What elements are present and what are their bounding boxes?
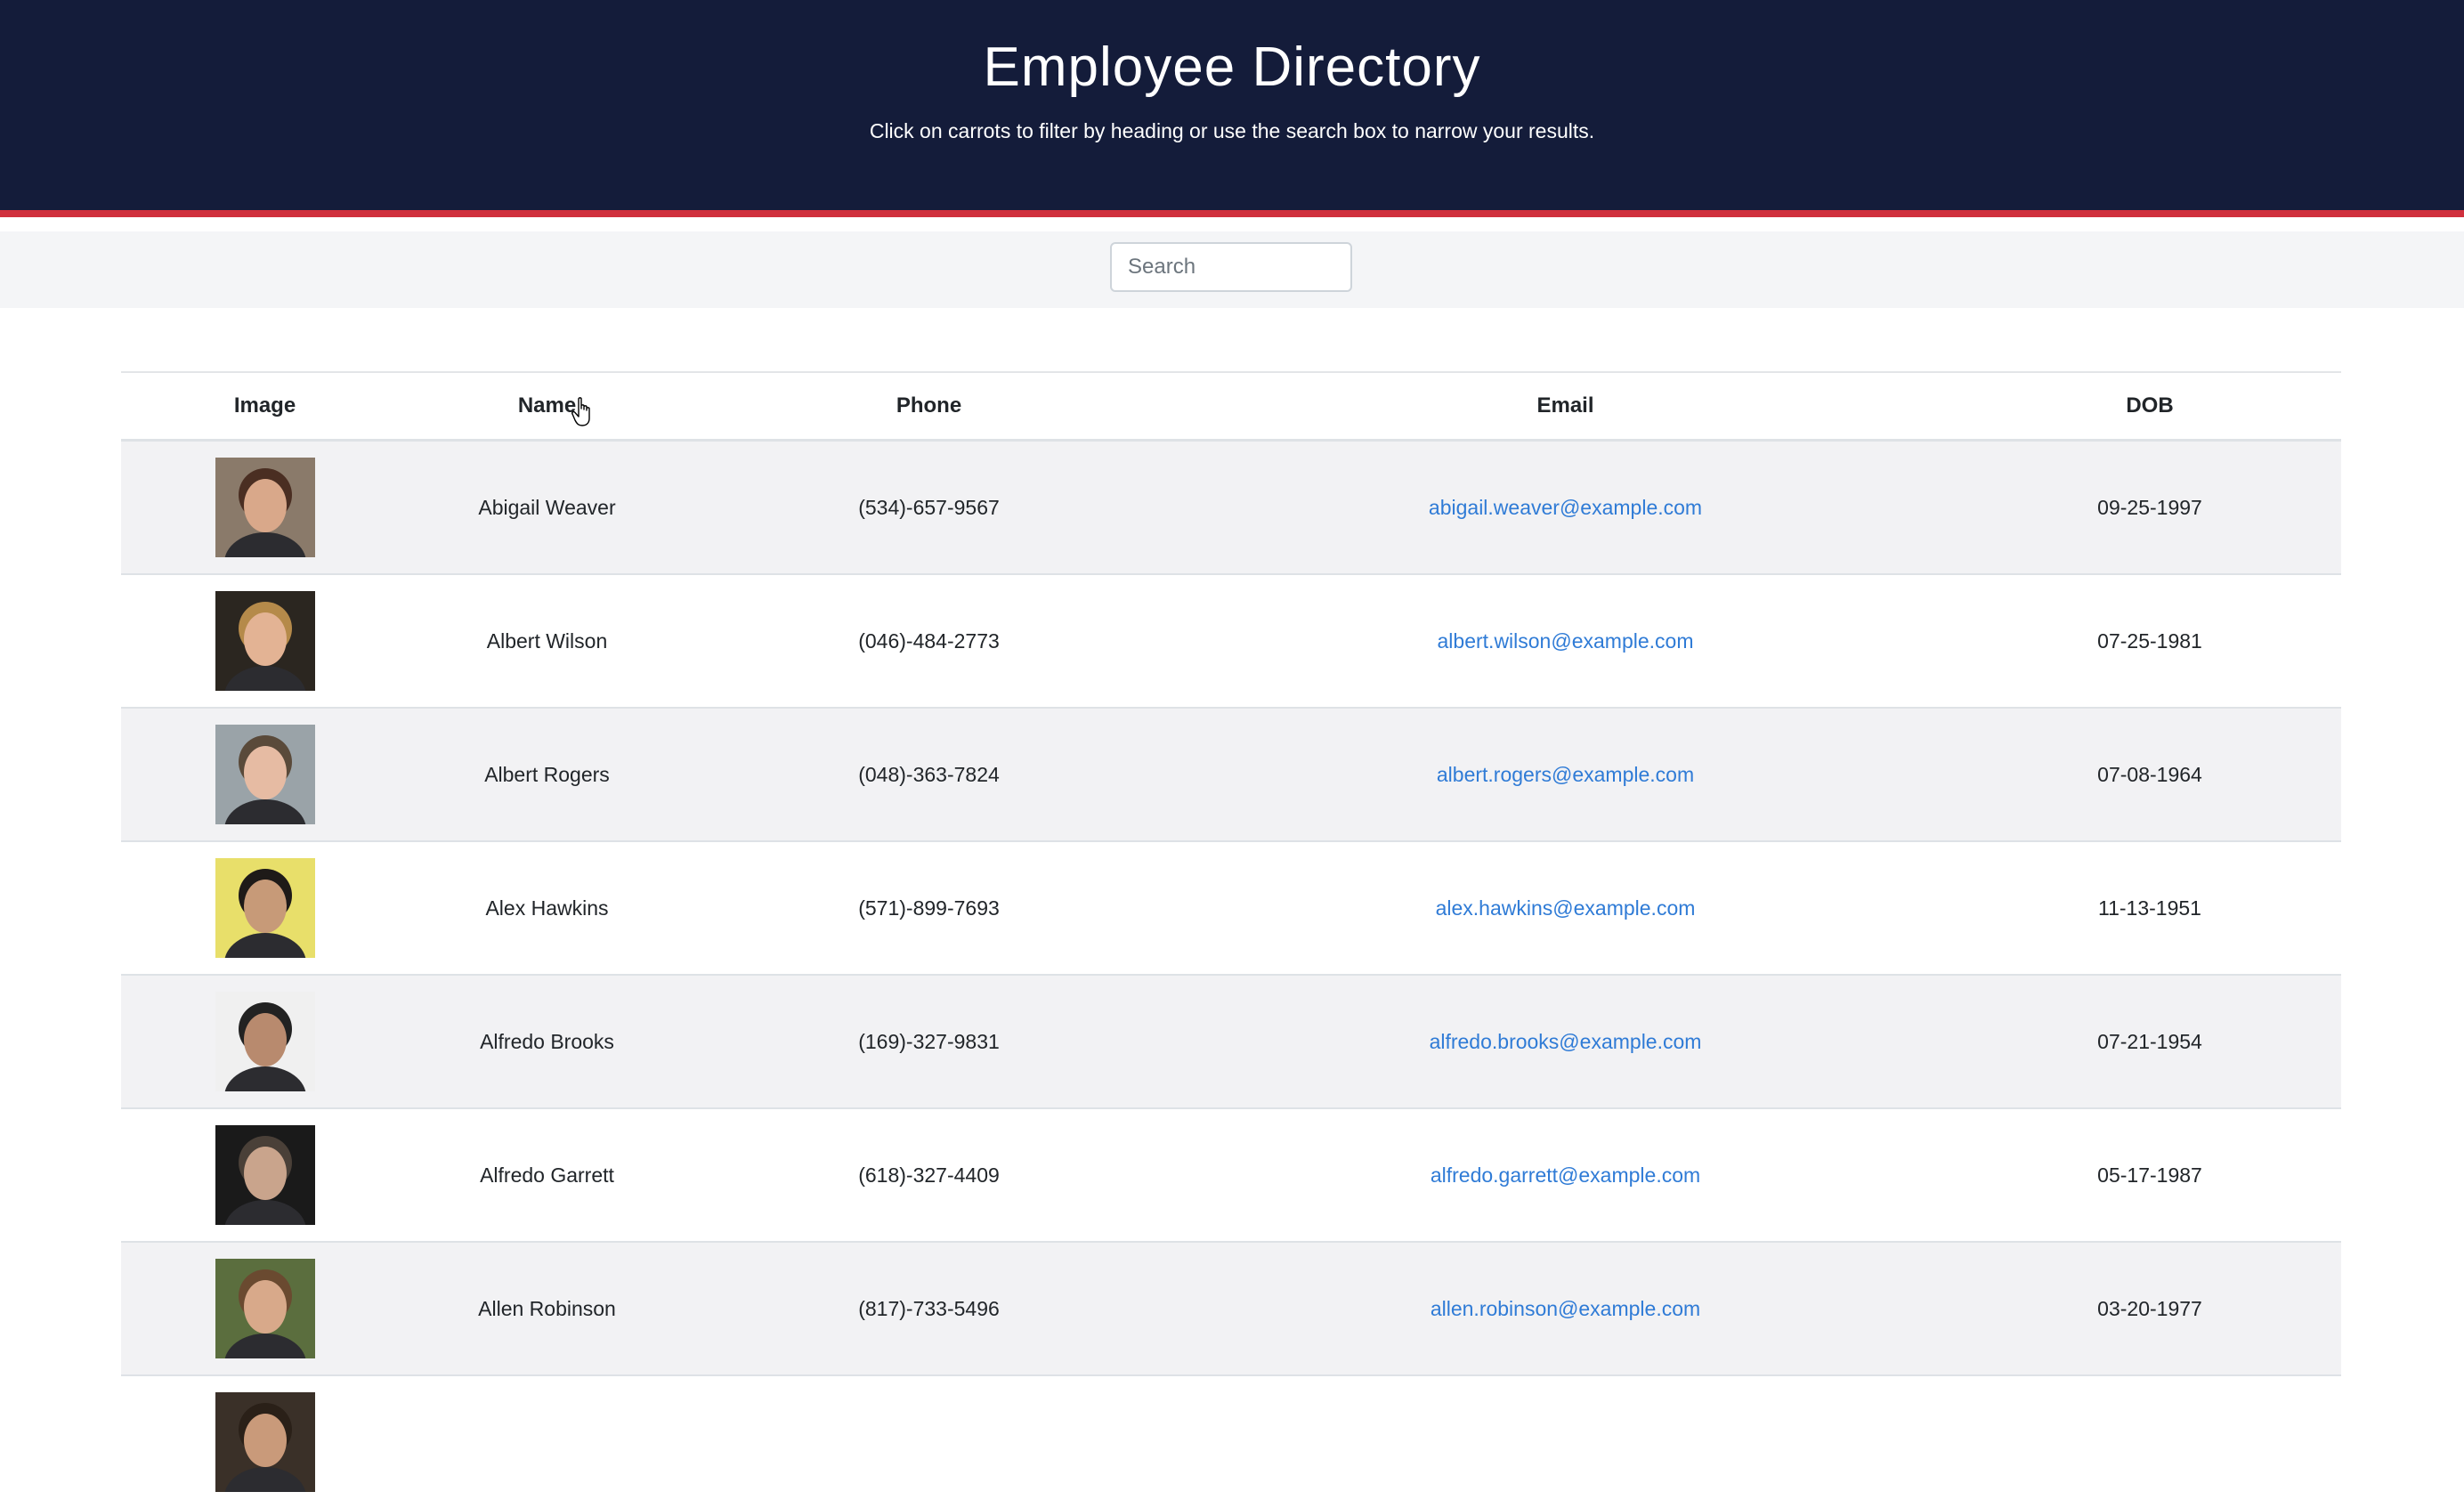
- avatar-photo-icon: [215, 858, 315, 958]
- avatar-photo-icon: [215, 591, 315, 691]
- employee-avatar: [215, 725, 315, 824]
- avatar-photo-icon: [215, 1392, 315, 1492]
- cell-dob: [1958, 1375, 2341, 1508]
- cell-name: Alfredo Brooks: [409, 975, 685, 1108]
- cell-phone: (817)-733-5496: [685, 1242, 1172, 1375]
- table-row: Albert Wilson(046)-484-2773 albert.wilson…: [121, 574, 2341, 708]
- cell-dob: 07-21-1954: [1958, 975, 2341, 1108]
- cell-image: [121, 1242, 409, 1375]
- cell-email: alex.hawkins@example.com: [1172, 841, 1958, 975]
- header-gap: [0, 217, 2464, 231]
- cell-phone: (169)-327-9831: [685, 975, 1172, 1108]
- page-header: Employee Directory Click on carrots to f…: [0, 0, 2464, 210]
- cell-name: Albert Wilson: [409, 574, 685, 708]
- cell-phone: (571)-899-7693: [685, 841, 1172, 975]
- avatar-photo-icon: [215, 458, 315, 557]
- employee-avatar: [215, 458, 315, 557]
- table-row: Alfredo Brooks(169)-327-9831 alfredo.broo…: [121, 975, 2341, 1108]
- email-link[interactable]: albert.wilson@example.com: [1438, 629, 1694, 653]
- page-subtitle: Click on carrots to filter by heading or…: [0, 119, 2464, 143]
- cell-email: albert.rogers@example.com: [1172, 708, 1958, 841]
- column-header-image[interactable]: Image: [121, 372, 409, 441]
- table-row: Alex Hawkins(571)-899-7693 alex.hawkins@e…: [121, 841, 2341, 975]
- cell-image: [121, 574, 409, 708]
- cell-dob: 11-13-1951: [1958, 841, 2341, 975]
- cell-name: [409, 1375, 685, 1508]
- cell-email: allen.robinson@example.com: [1172, 1242, 1958, 1375]
- cell-dob: 07-25-1981: [1958, 574, 2341, 708]
- email-link[interactable]: albert.rogers@example.com: [1437, 763, 1694, 786]
- column-header-name[interactable]: Name: [409, 372, 685, 441]
- avatar-photo-icon: [215, 1259, 315, 1358]
- table-body: Abigail Weaver(534)-657-9567 abigail.weav…: [121, 441, 2341, 1508]
- table-row: Alfredo Garrett(618)-327-4409 alfredo.gar…: [121, 1108, 2341, 1242]
- cell-phone: [685, 1375, 1172, 1508]
- avatar-photo-icon: [215, 1125, 315, 1225]
- cell-image: [121, 708, 409, 841]
- cell-image: [121, 441, 409, 575]
- column-header-phone[interactable]: Phone: [685, 372, 1172, 441]
- employee-avatar: [215, 1259, 315, 1358]
- column-header-email[interactable]: Email: [1172, 372, 1958, 441]
- cell-phone: (048)-363-7824: [685, 708, 1172, 841]
- cell-phone: (534)-657-9567: [685, 441, 1172, 575]
- cell-dob: 07-08-1964: [1958, 708, 2341, 841]
- header-accent-stripe: [0, 210, 2464, 217]
- employee-avatar: [215, 1125, 315, 1225]
- page-title: Employee Directory: [0, 36, 2464, 99]
- cell-image: [121, 1108, 409, 1242]
- cell-email: alfredo.garrett@example.com: [1172, 1108, 1958, 1242]
- cell-email: albert.wilson@example.com: [1172, 574, 1958, 708]
- search-input[interactable]: [1110, 242, 1352, 292]
- employee-avatar: [215, 1392, 315, 1492]
- cell-email: abigail.weaver@example.com: [1172, 441, 1958, 575]
- cell-name: Allen Robinson: [409, 1242, 685, 1375]
- cell-phone: (618)-327-4409: [685, 1108, 1172, 1242]
- employee-avatar: [215, 591, 315, 691]
- table-header-row: Image Name Phone Email DOB: [121, 372, 2341, 441]
- employee-avatar: [215, 992, 315, 1091]
- table-row: [121, 1375, 2341, 1508]
- cell-dob: 03-20-1977: [1958, 1242, 2341, 1375]
- cell-image: [121, 1375, 409, 1508]
- table-row: Allen Robinson(817)-733-5496 allen.robins…: [121, 1242, 2341, 1375]
- cell-image: [121, 975, 409, 1108]
- cell-email: alfredo.brooks@example.com: [1172, 975, 1958, 1108]
- employee-avatar: [215, 858, 315, 958]
- email-link[interactable]: alex.hawkins@example.com: [1436, 896, 1696, 920]
- table-row: Albert Rogers(048)-363-7824 albert.rogers…: [121, 708, 2341, 841]
- email-link[interactable]: alfredo.brooks@example.com: [1430, 1030, 1702, 1053]
- avatar-photo-icon: [215, 725, 315, 824]
- avatar-photo-icon: [215, 992, 315, 1091]
- cell-name: Alfredo Garrett: [409, 1108, 685, 1242]
- email-link[interactable]: alfredo.garrett@example.com: [1431, 1163, 1700, 1187]
- cell-dob: 05-17-1987: [1958, 1108, 2341, 1242]
- cell-name: Alex Hawkins: [409, 841, 685, 975]
- email-link[interactable]: abigail.weaver@example.com: [1429, 496, 1702, 519]
- employee-table: Image Name Phone Email DOB Abigail Weave…: [121, 371, 2341, 1508]
- table-row: Abigail Weaver(534)-657-9567 abigail.weav…: [121, 441, 2341, 575]
- cell-dob: 09-25-1997: [1958, 441, 2341, 575]
- cell-email: [1172, 1375, 1958, 1508]
- email-link[interactable]: allen.robinson@example.com: [1431, 1297, 1700, 1320]
- search-bar: [0, 231, 2464, 308]
- cell-image: [121, 841, 409, 975]
- cell-phone: (046)-484-2773: [685, 574, 1172, 708]
- cell-name: Albert Rogers: [409, 708, 685, 841]
- cell-name: Abigail Weaver: [409, 441, 685, 575]
- column-header-dob[interactable]: DOB: [1958, 372, 2341, 441]
